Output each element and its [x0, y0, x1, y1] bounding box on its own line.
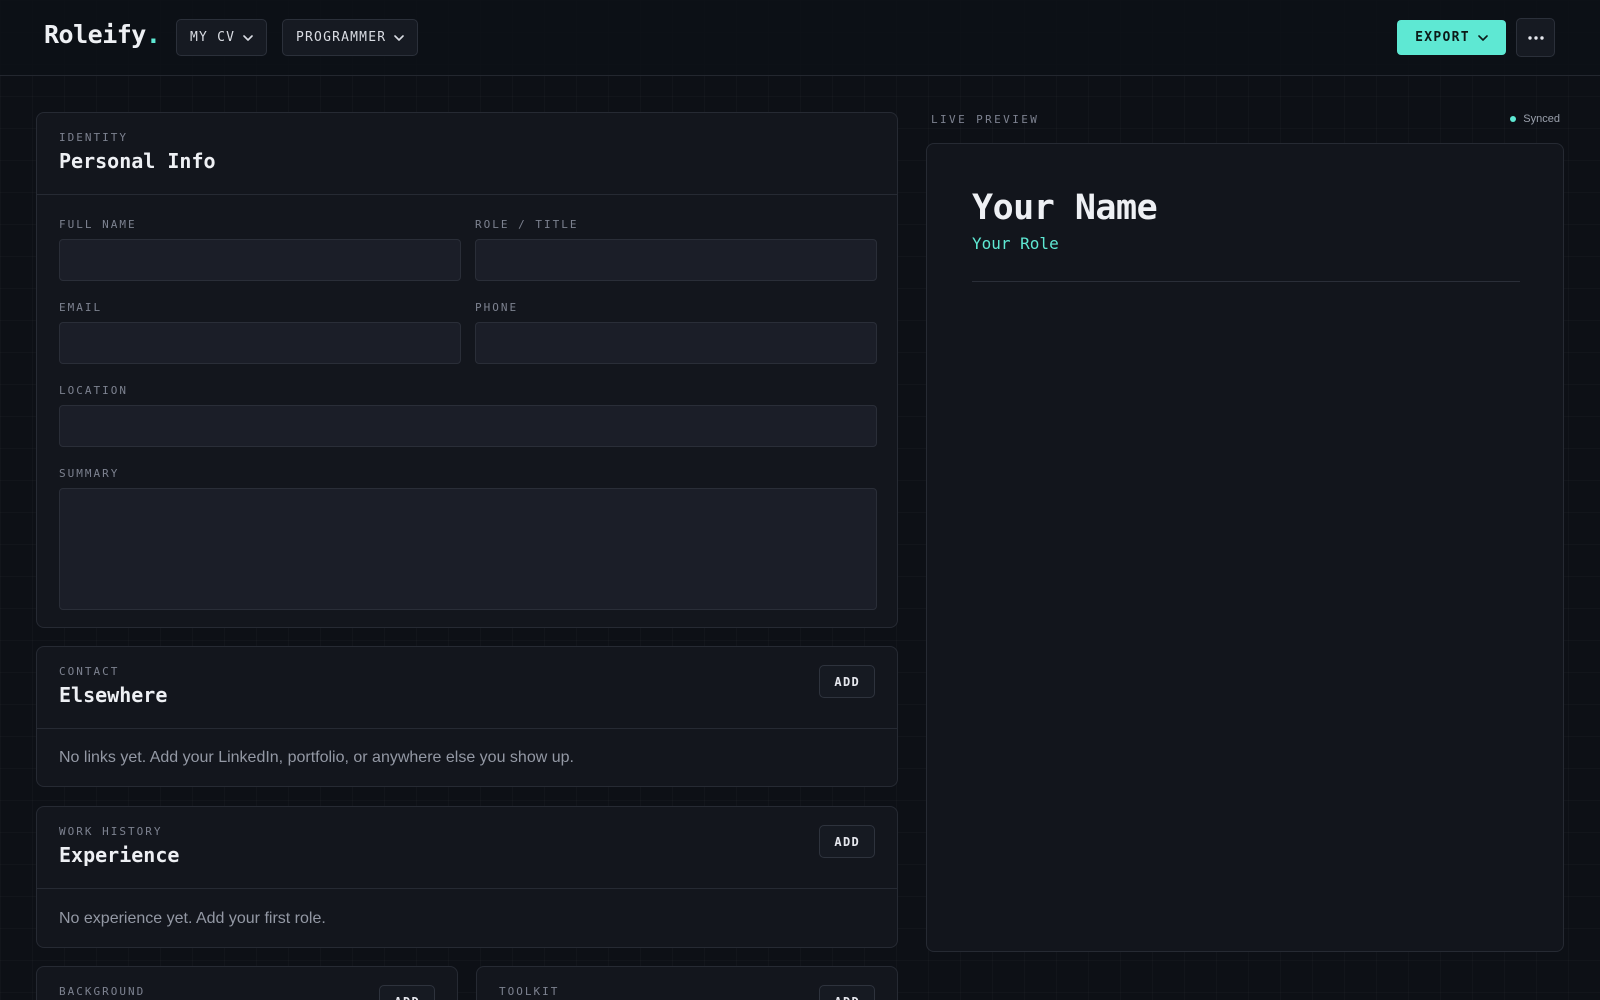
- export-button[interactable]: EXPORT: [1397, 20, 1506, 55]
- phone-field[interactable]: [475, 322, 877, 364]
- location-field[interactable]: [59, 405, 877, 447]
- chevron-down-icon: [243, 34, 253, 41]
- sync-status: Synced: [1510, 113, 1560, 125]
- toolkit-card: TOOLKIT ADD: [476, 966, 898, 1000]
- section-title: Elsewhere: [59, 683, 168, 707]
- section-title: Experience: [59, 843, 180, 867]
- background-header: BACKGROUND ADD: [37, 967, 457, 1000]
- export-label: EXPORT: [1415, 30, 1470, 45]
- chevron-down-icon: [394, 34, 405, 41]
- role-select-label: PROGRAMMER: [296, 30, 387, 45]
- chevron-down-icon: [1478, 34, 1488, 41]
- experience-header: WORK HISTORY Experience ADD: [37, 807, 897, 889]
- toolkit-header: TOOLKIT ADD: [477, 967, 897, 1000]
- ellipsis-icon: [1527, 35, 1544, 40]
- more-options-button[interactable]: [1516, 18, 1555, 57]
- section-eyebrow: CONTACT: [59, 665, 120, 678]
- cv-select[interactable]: MY CV: [176, 19, 268, 56]
- contact-header: CONTACT Elsewhere ADD: [37, 647, 897, 729]
- location-label: LOCATION: [59, 384, 128, 397]
- experience-empty-message: No experience yet. Add your first role.: [59, 910, 326, 927]
- role-title-field[interactable]: [475, 239, 877, 281]
- brand-logo[interactable]: Roleify.: [44, 20, 161, 49]
- sync-status-text: Synced: [1523, 113, 1560, 125]
- summary-textarea[interactable]: [59, 488, 877, 610]
- status-dot-icon: [1510, 116, 1517, 122]
- add-background-button[interactable]: ADD: [379, 985, 435, 1000]
- personal-info-header: IDENTITY Personal Info: [37, 113, 897, 195]
- preview-role: Your Role: [972, 234, 1059, 253]
- cv-select-label: MY CV: [190, 30, 236, 45]
- full-name-label: FULL NAME: [59, 218, 137, 231]
- phone-label: PHONE: [475, 301, 519, 314]
- live-preview-panel: Your Name Your Role: [926, 143, 1564, 952]
- add-experience-button[interactable]: ADD: [819, 825, 875, 858]
- email-label: EMAIL: [59, 301, 103, 314]
- section-title: Personal Info: [59, 149, 216, 173]
- brand-dot: .: [145, 20, 161, 49]
- personal-info-card: IDENTITY Personal Info FULL NAME ROLE / …: [36, 112, 898, 628]
- add-link-button[interactable]: ADD: [819, 665, 875, 698]
- contact-empty-message: No links yet. Add your LinkedIn, portfol…: [59, 749, 574, 766]
- summary-label: SUMMARY: [59, 467, 120, 480]
- role-title-label: ROLE / TITLE: [475, 218, 579, 231]
- experience-card: WORK HISTORY Experience ADD No experienc…: [36, 806, 898, 948]
- preview-name: Your Name: [972, 188, 1158, 228]
- role-select[interactable]: PROGRAMMER: [282, 19, 419, 56]
- email-field[interactable]: [59, 322, 461, 364]
- add-toolkit-button[interactable]: ADD: [819, 985, 875, 1000]
- brand-name: Roleify: [44, 20, 146, 49]
- full-name-field[interactable]: [59, 239, 461, 281]
- top-bar: Roleify. MY CV PROGRAMMER EXPORT: [0, 0, 1600, 76]
- section-eyebrow: IDENTITY: [59, 131, 128, 144]
- background-card: BACKGROUND ADD: [36, 966, 458, 1000]
- live-preview-label: LIVE PREVIEW: [931, 113, 1040, 126]
- preview-divider: [972, 281, 1520, 282]
- contact-card: CONTACT Elsewhere ADD No links yet. Add …: [36, 646, 898, 787]
- section-eyebrow: WORK HISTORY: [59, 825, 163, 838]
